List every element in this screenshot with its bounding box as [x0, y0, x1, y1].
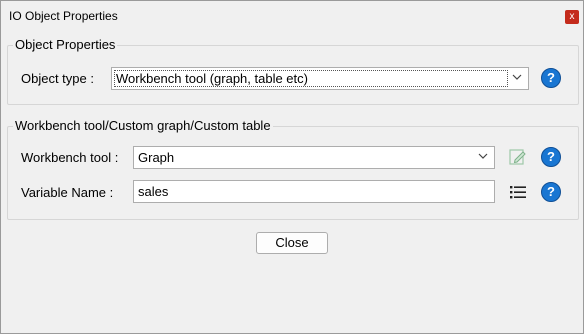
workbench-tool-select[interactable]: Graph: [133, 146, 495, 169]
object-properties-group-title: Object Properties: [13, 37, 118, 52]
dialog-window: IO Object Properties x Object Properties…: [0, 0, 584, 334]
window-title: IO Object Properties: [9, 9, 118, 23]
object-type-select[interactable]: Workbench tool (graph, table etc): [111, 67, 529, 90]
chevron-down-icon: [512, 74, 522, 80]
workbench-tool-label: Workbench tool :: [21, 150, 119, 165]
list-icon[interactable]: [507, 181, 529, 203]
object-type-help-icon[interactable]: ?: [541, 68, 561, 88]
edit-pencil-icon[interactable]: [507, 146, 529, 168]
object-type-value: Workbench tool (graph, table etc): [116, 71, 308, 86]
workbench-tool-group: [7, 126, 579, 220]
close-window-button[interactable]: x: [565, 10, 579, 24]
workbench-tool-group-title: Workbench tool/Custom graph/Custom table: [13, 118, 273, 133]
workbench-tool-help-icon[interactable]: ?: [541, 147, 561, 167]
object-type-label: Object type :: [21, 71, 94, 86]
variable-name-input[interactable]: [138, 184, 478, 199]
variable-name-label: Variable Name :: [21, 185, 114, 200]
variable-name-help-icon[interactable]: ?: [541, 182, 561, 202]
title-bar: IO Object Properties x: [1, 1, 583, 31]
workbench-tool-value: Graph: [138, 150, 175, 165]
close-button[interactable]: Close: [256, 232, 328, 254]
chevron-down-icon: [478, 153, 488, 159]
variable-name-field[interactable]: [133, 180, 495, 203]
